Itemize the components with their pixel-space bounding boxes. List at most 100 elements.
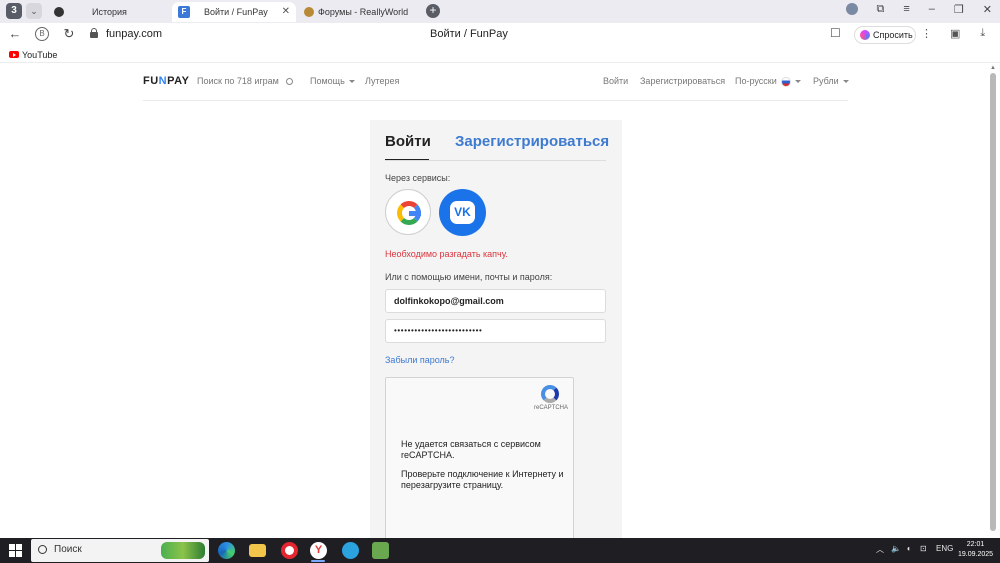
ask-alice-button[interactable]: Спросить <box>854 26 916 44</box>
logo-part: N <box>158 75 168 87</box>
tab-funpay-login[interactable]: F Войти / FunPay ✕ <box>172 2 296 22</box>
search-placeholder: Поиск по 718 играм <box>197 76 279 86</box>
tab-register[interactable]: Зарегистрироваться <box>455 133 609 150</box>
scroll-up-arrow-icon[interactable]: ▲ <box>990 65 996 71</box>
vk-icon: VK <box>450 201 475 224</box>
search-icon <box>285 78 293 85</box>
nav-login[interactable]: Войти <box>603 76 628 86</box>
back-arrow-icon[interactable]: ← <box>6 25 24 43</box>
lock-icon[interactable] <box>90 28 98 38</box>
bookmark-youtube[interactable]: YouTube <box>9 49 57 61</box>
minimize-icon[interactable]: – <box>929 3 935 19</box>
menu-icon[interactable]: ≡ <box>903 3 909 19</box>
chevron-down-icon <box>348 80 355 84</box>
sidebar-icon[interactable]: ▣ <box>950 27 960 40</box>
restore-icon[interactable]: ❐ <box>954 3 964 19</box>
tabs-divider <box>385 160 606 161</box>
more-options-icon[interactable]: ⋮ <box>921 27 932 40</box>
forgot-password-link[interactable]: Забыли пароль? <box>385 355 454 365</box>
window-controls: ⧉ ≡ – ❐ ✕ <box>845 3 992 19</box>
recaptcha-brand-label: reCAPTCHA <box>534 405 569 411</box>
taskbar-search[interactable]: Поиск <box>31 539 209 562</box>
file-explorer-icon[interactable] <box>249 544 266 557</box>
minecraft-icon[interactable] <box>372 542 389 559</box>
windows-taskbar: Поиск Y ︿ 🔈 ◖ ⊡ ENG 22:01 19.09.2025 <box>0 538 1000 563</box>
recaptcha-retry-hint: Проверьте подключение к Интернету и пере… <box>401 469 564 490</box>
active-app-indicator <box>311 560 325 562</box>
clock-time: 22:01 <box>966 541 985 548</box>
search-highlight-image <box>161 542 205 559</box>
download-icon[interactable]: ⤓ <box>980 27 985 40</box>
chevron-down-icon <box>842 80 849 84</box>
nav-help-label: Помощь <box>310 76 345 86</box>
protect-shield-icon[interactable]: B <box>35 27 49 41</box>
search-icon <box>38 545 47 554</box>
speaker-icon[interactable]: ◖ <box>906 544 911 553</box>
recaptcha-widget[interactable]: reCAPTCHA Не удается связаться с сервисо… <box>385 377 574 538</box>
currency-label: Рубли <box>813 76 839 86</box>
reallyworld-favicon-icon <box>304 7 314 17</box>
taskbar-clock[interactable]: 22:01 19.09.2025 <box>958 540 993 560</box>
url-bar[interactable]: funpay.com <box>106 28 162 40</box>
page-scrollbar[interactable] <box>990 73 996 531</box>
taskbar-search-label: Поиск <box>54 544 82 555</box>
tab-counter-badge[interactable]: 3 <box>6 3 22 19</box>
new-tab-plus-icon[interactable]: + <box>426 4 440 18</box>
nav-register[interactable]: Зарегистрироваться <box>640 76 725 86</box>
input-language[interactable]: ENG <box>936 544 953 553</box>
telegram-icon[interactable] <box>342 542 359 559</box>
clock-date: 19.09.2025 <box>958 551 994 558</box>
site-header: FUNPAY Поиск по 718 играм Помощь Лутерея… <box>143 63 849 101</box>
recaptcha-connection-error: Не удается связаться с сервисом reCAPTCH… <box>401 439 541 460</box>
network-icon[interactable]: ⊡ <box>920 544 927 553</box>
close-window-icon[interactable]: ✕ <box>983 3 992 19</box>
yandex-browser-icon[interactable]: Y <box>310 542 327 559</box>
chevron-down-icon[interactable]: ⌄ <box>26 3 42 19</box>
credentials-label: Или с помощью имени, почты и пароля: <box>385 272 553 282</box>
tab-history[interactable]: История <box>50 2 170 22</box>
tab-label: Войти / FunPay <box>204 7 268 17</box>
russia-flag-icon <box>780 76 791 87</box>
profile-icon[interactable] <box>845 3 858 15</box>
clock-icon <box>54 7 64 17</box>
logo-part: PAY <box>167 75 190 87</box>
tab-login[interactable]: Войти <box>385 133 431 150</box>
youtube-icon <box>9 51 19 58</box>
language-label: По-русски <box>735 76 777 86</box>
windows-start-icon[interactable] <box>9 544 22 557</box>
ask-label: Спросить <box>873 30 913 40</box>
game-search[interactable]: Поиск по 718 играм <box>197 76 293 86</box>
recaptcha-logo-icon <box>541 385 559 403</box>
bookmark-icon[interactable]: ☐ <box>830 26 841 40</box>
language-selector[interactable]: По-русски <box>735 76 801 87</box>
vk-login-button[interactable]: VK <box>439 189 486 236</box>
email-field[interactable]: dolfinkokopo@gmail.com <box>385 289 606 313</box>
google-login-button[interactable] <box>385 189 431 235</box>
opera-icon[interactable] <box>281 542 298 559</box>
browser-tab-bar: 3 ⌄ История F Войти / FunPay ✕ Форумы - … <box>0 0 1000 23</box>
reload-icon[interactable]: ↻ <box>60 25 78 43</box>
collections-icon[interactable]: ⧉ <box>877 3 885 19</box>
login-panel: Войти Зарегистрироваться Через сервисы: … <box>370 120 622 538</box>
volume-icon[interactable]: 🔈 <box>891 544 901 553</box>
tab-label: Форумы - ReallyWorld <box>318 7 409 17</box>
nav-lottery[interactable]: Лутерея <box>365 76 399 86</box>
browser-toolbar: ← B ↻ funpay.com Войти / FunPay ☐ Спроси… <box>0 23 1000 47</box>
currency-selector[interactable]: Рубли <box>813 76 849 86</box>
edge-icon[interactable] <box>218 542 235 559</box>
tab-reallyworld-forums[interactable]: Форумы - ReallyWorld <box>302 2 420 22</box>
funpay-favicon-icon: F <box>178 6 190 18</box>
close-icon[interactable]: ✕ <box>282 2 290 22</box>
toolbar-extensions: ▣ ⤓ <box>950 27 985 40</box>
google-icon-bar <box>409 211 421 216</box>
captcha-error-message: Необходимо разгадать капчу. <box>385 249 508 259</box>
bookmarks-bar: YouTube <box>0 47 1000 63</box>
chevron-up-icon[interactable]: ︿ <box>876 544 884 555</box>
nav-help[interactable]: Помощь <box>310 76 355 86</box>
services-label: Через сервисы: <box>385 173 451 183</box>
password-field[interactable]: •••••••••••••••••••••••••• <box>385 319 606 343</box>
page-viewport: FUNPAY Поиск по 718 играм Помощь Лутерея… <box>0 63 1000 538</box>
funpay-logo[interactable]: FUNPAY <box>143 75 189 87</box>
chevron-down-icon <box>794 80 801 84</box>
tab-label: История <box>92 7 127 17</box>
